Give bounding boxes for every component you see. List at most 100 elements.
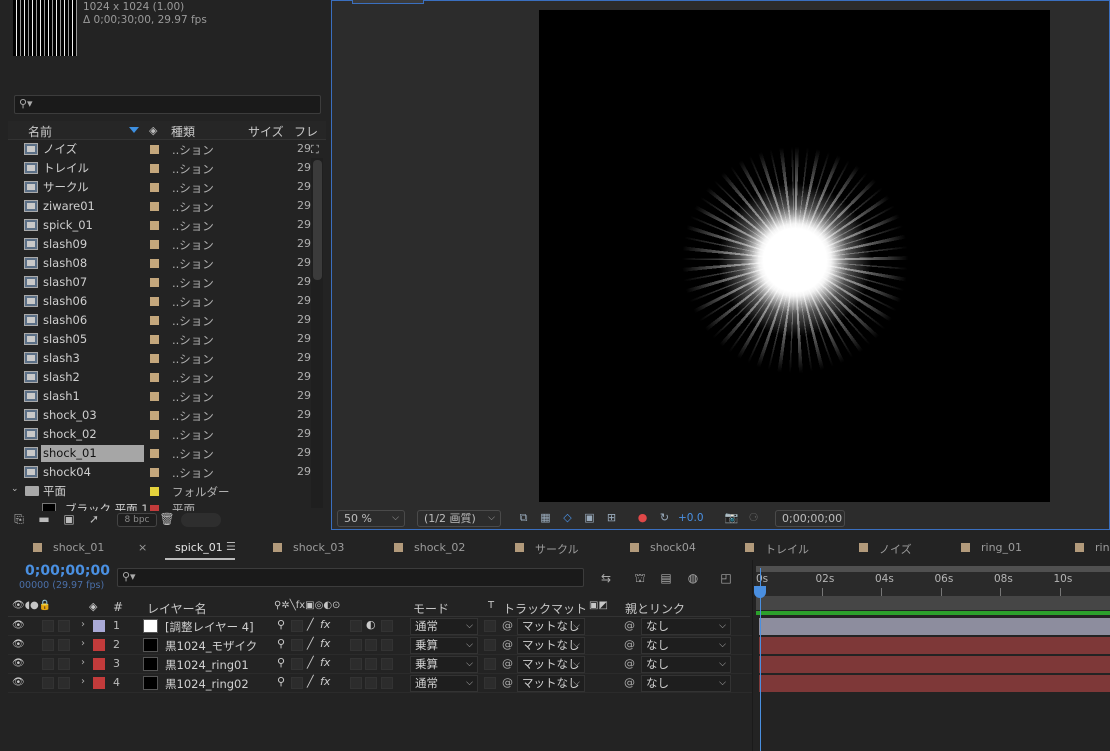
parent-pickwhip-icon[interactable]: @ [624, 676, 635, 689]
layer-label-color[interactable] [93, 658, 105, 670]
transparency-grid-icon[interactable]: ▦ [538, 511, 553, 525]
blend-mode-dropdown[interactable]: 乗算 ⌵ [410, 637, 478, 654]
trash-icon[interactable]: 🗑 [159, 512, 175, 526]
matte-pickwhip-icon[interactable]: @ [502, 657, 513, 670]
playhead-handle[interactable] [754, 586, 766, 598]
expand-chevron-icon[interactable]: › [81, 619, 85, 630]
solo-switch[interactable] [58, 639, 70, 651]
collapse-switch[interactable] [291, 639, 303, 651]
preserve-transparency-switch[interactable] [484, 658, 496, 670]
track-matte-dropdown[interactable]: マットなし ⌵ [517, 675, 585, 692]
project-item-row[interactable]: shock_02 ..ション 29 [8, 425, 311, 444]
motion-blur-icon[interactable]: ◍ [685, 571, 701, 587]
shy-icon[interactable]: ⚲ [277, 656, 285, 669]
project-item-row[interactable]: slash2 ..ション 29 [8, 368, 311, 387]
audio-switch[interactable] [42, 677, 54, 689]
parent-pickwhip-icon[interactable]: @ [624, 638, 635, 651]
label-swatch[interactable] [150, 335, 159, 344]
quality-icon[interactable]: ╱ [307, 618, 314, 631]
sort-arrow-icon[interactable] [129, 127, 139, 133]
layer-row[interactable]: 👁 › 1 [調整レイヤー 4] ⚲ ╱ fx ◐ 通常 ⌵ @ マットなし ⌵ @ なし ⌵ [8, 617, 752, 636]
new-comp-icon[interactable]: ▣ [61, 512, 77, 526]
layer-label-color[interactable] [93, 620, 105, 632]
column-frame[interactable]: フレ [294, 123, 318, 140]
visibility-eye-icon[interactable]: 👁 [12, 639, 25, 651]
layer-duration-bar[interactable] [759, 637, 1110, 654]
effects-icon[interactable]: fx [320, 675, 330, 688]
project-item-row[interactable]: ノイズ ..ション 29 [8, 140, 311, 159]
effects-icon[interactable]: fx [320, 637, 330, 650]
adjustment-switch[interactable] [365, 677, 377, 689]
layer-row[interactable]: 👁 › 4 黒1024_ring02 ⚲ ╱ fx 通常 ⌵ @ マットなし ⌵ @ なし ⌵ [8, 674, 752, 693]
label-swatch[interactable] [150, 240, 159, 249]
label-swatch[interactable] [150, 297, 159, 306]
project-item-row[interactable]: slash06 ..ション 29 [8, 292, 311, 311]
partial-row[interactable]: ブラック 平面 1 平面 [8, 501, 308, 511]
collapse-switch[interactable] [291, 677, 303, 689]
project-item-row[interactable]: spick_01 ..ション 29 [8, 216, 311, 235]
viewer-tab[interactable] [352, 0, 424, 4]
project-item-row[interactable]: shock04 ..ション 29 [8, 463, 311, 482]
project-scrollbar-thumb[interactable] [313, 160, 322, 280]
frame-blend-switch[interactable] [350, 658, 362, 670]
layer-name[interactable]: 黒1024_ring01 [165, 657, 249, 673]
color-channels-icon[interactable]: ● [635, 511, 650, 525]
shy-icon[interactable]: ⚲ [277, 675, 285, 688]
frame-blending-icon[interactable]: ▤ [658, 571, 674, 587]
grid-guides-icon[interactable]: ⊞ [604, 511, 619, 525]
solo-switch[interactable] [58, 620, 70, 632]
exposure-value[interactable]: +0.0 [678, 512, 704, 524]
project-item-row[interactable]: サークル ..ション 29 [8, 178, 311, 197]
shy-icon[interactable]: ⚲ [277, 618, 285, 631]
layer-label-color[interactable] [93, 677, 105, 689]
blend-mode-dropdown[interactable]: 乗算 ⌵ [410, 656, 478, 673]
label-swatch[interactable] [150, 183, 159, 192]
project-item-row[interactable]: トレイル ..ション 29 [8, 159, 311, 178]
layer-label-color[interactable] [93, 639, 105, 651]
layer-name[interactable]: 黒1024_モザイク [165, 638, 257, 654]
thumbnail-slider[interactable] [181, 513, 221, 527]
parent-dropdown[interactable]: なし ⌵ [641, 675, 731, 692]
project-item-row[interactable]: slash09 ..ション 29 [8, 235, 311, 254]
blend-mode-dropdown[interactable]: 通常 ⌵ [410, 675, 478, 692]
flowchart-icon[interactable]: ⛶ [311, 143, 319, 157]
adjustment-layer-icon[interactable]: ◐ [366, 618, 376, 631]
work-area-bar[interactable] [756, 566, 1110, 572]
blend-mode-dropdown[interactable]: 通常 ⌵ [410, 618, 478, 635]
graph-editor-icon[interactable]: ◰ [718, 571, 734, 587]
adjustment-switch[interactable] [365, 639, 377, 651]
expand-chevron-icon[interactable]: › [81, 657, 85, 668]
layer-duration-bar[interactable] [759, 618, 1110, 635]
composition-canvas[interactable] [539, 10, 1050, 502]
matte-pickwhip-icon[interactable]: @ [502, 676, 513, 689]
column-name[interactable]: 名前 [28, 123, 52, 140]
label-swatch[interactable] [150, 392, 159, 401]
shy-icon[interactable]: ⚲ [277, 637, 285, 650]
label-swatch[interactable] [150, 373, 159, 382]
label-swatch[interactable] [150, 278, 159, 287]
layer-row[interactable]: 👁 › 3 黒1024_ring01 ⚲ ╱ fx 乗算 ⌵ @ マットなし ⌵ @ なし ⌵ [8, 655, 752, 674]
project-item-row[interactable]: slash1 ..ション 29 [8, 387, 311, 406]
layer-row[interactable]: 👁 › 2 黒1024_モザイク ⚲ ╱ fx 乗算 ⌵ @ マットなし ⌵ @ なし ⌵ [8, 636, 752, 655]
adjustment-switch[interactable] [365, 658, 377, 670]
matte-pickwhip-icon[interactable]: @ [502, 638, 513, 651]
parent-pickwhip-icon[interactable]: @ [624, 657, 635, 670]
label-swatch[interactable] [150, 145, 159, 154]
audio-switch[interactable] [42, 620, 54, 632]
expand-chevron-icon[interactable]: › [81, 676, 85, 687]
bit-depth-button[interactable]: 8 bpc [117, 513, 157, 527]
label-swatch[interactable] [150, 449, 159, 458]
preserve-transparency-switch[interactable] [484, 677, 496, 689]
project-search-input[interactable]: ⚲▾ [14, 95, 321, 114]
viewer-timecode[interactable]: 0;00;00;00 [775, 510, 845, 527]
expand-chevron-icon[interactable]: › [81, 638, 85, 649]
visibility-eye-icon[interactable]: 👁 [12, 677, 25, 689]
label-swatch[interactable] [150, 164, 159, 173]
snapshot-icon[interactable]: 📷 [724, 511, 739, 525]
track-matte-dropdown[interactable]: マットなし ⌵ [517, 618, 585, 635]
label-swatch[interactable] [150, 468, 159, 477]
audio-switch[interactable] [42, 658, 54, 670]
parent-dropdown[interactable]: なし ⌵ [641, 618, 731, 635]
column-type[interactable]: 種類 [171, 123, 195, 140]
collapse-switch[interactable] [291, 620, 303, 632]
